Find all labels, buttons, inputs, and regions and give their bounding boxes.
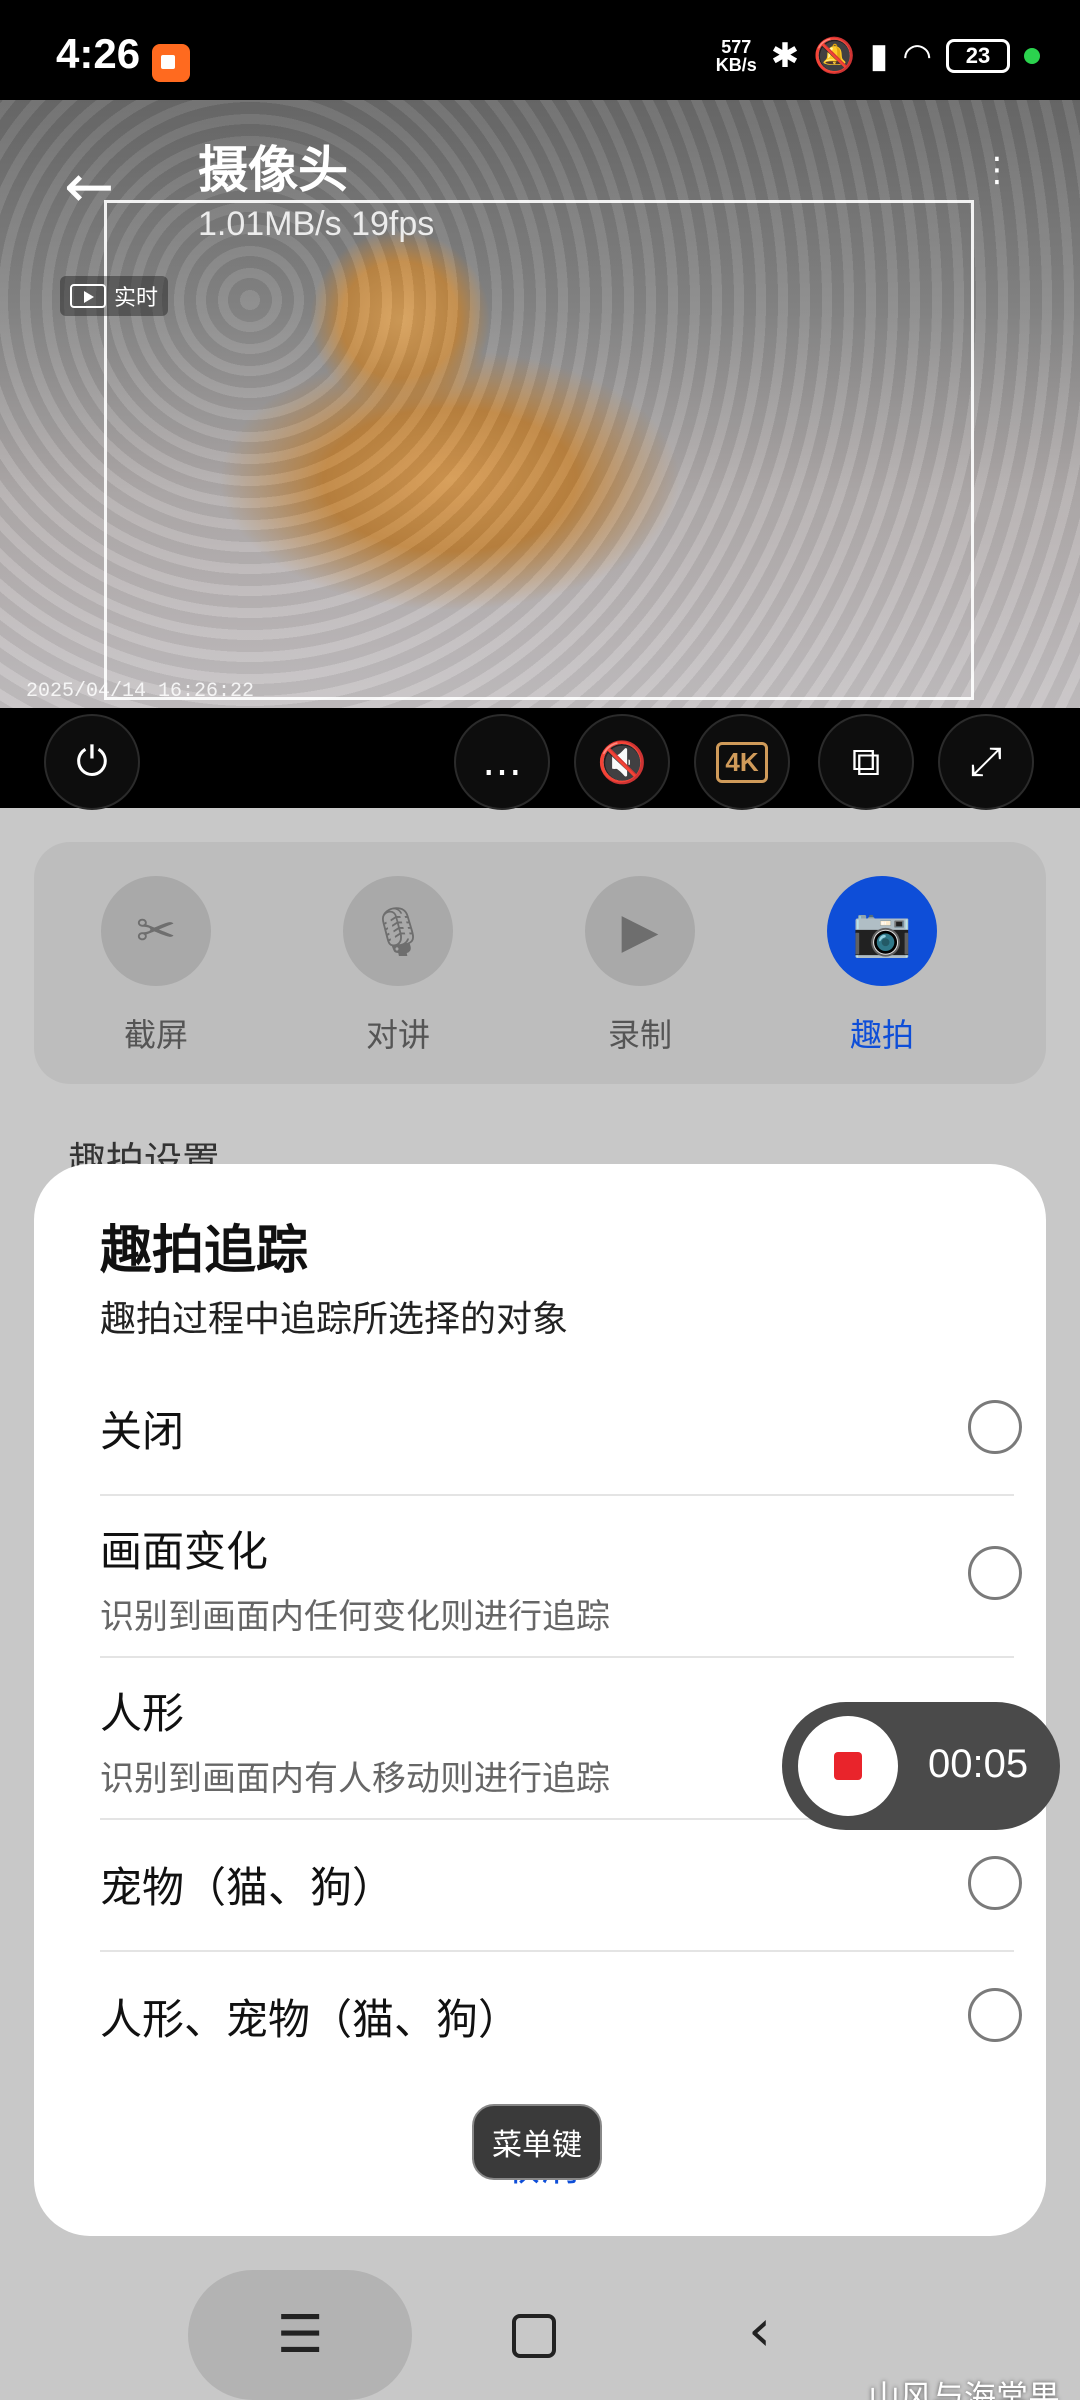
message-button[interactable]: … — [454, 714, 550, 810]
recording-timer: 00:05 — [928, 1742, 1029, 1786]
mute-button[interactable]: 🔇 — [574, 714, 670, 810]
option-human-and-pet[interactable]: 人形、宠物（猫、狗） — [100, 1986, 1014, 2047]
back-button[interactable]: ‹ — [748, 2296, 771, 2364]
silent-icon: 🔕 — [813, 37, 856, 75]
dialog-subtitle: 趣拍过程中追踪所选择的对象 — [100, 1299, 569, 1340]
function-card: ✂ 截屏 🎙 对讲 ▶ 录制 📷 趣拍 — [34, 842, 1046, 1084]
pip-icon: ⧉ — [851, 739, 881, 785]
screenshot-button[interactable]: ✂ 截屏 — [86, 876, 226, 1056]
stop-recording-button[interactable] — [798, 1716, 898, 1816]
status-icons: 577 KB/s ✱ 🔕 ▮ ◠ 23 — [716, 38, 1040, 74]
status-bar: 4:26 577 KB/s ✱ 🔕 ▮ ◠ 23 — [0, 0, 1080, 100]
network-speed: 577 KB/s — [715, 37, 757, 75]
tracking-frame — [104, 200, 974, 700]
camera-title: 摄像头 — [198, 141, 348, 199]
screen-recording-indicator[interactable]: 00:05 — [782, 1702, 1060, 1830]
radio-off[interactable] — [968, 1400, 1022, 1454]
back-arrow-icon[interactable]: ← — [64, 152, 114, 222]
microphone-icon: 🎙 — [343, 876, 453, 986]
expand-icon: ⤢ — [970, 739, 1002, 785]
signal-icon: ▮ — [869, 37, 889, 75]
scissors-icon: ✂ — [101, 876, 211, 986]
bluetooth-icon: ✱ — [770, 37, 800, 75]
dialog-title: 趣拍追踪 — [100, 1221, 309, 1281]
menu-key-tooltip: 菜单键 — [472, 2104, 602, 2180]
menu-lines-icon: ☰ — [276, 2305, 324, 2365]
video-timestamp: 2025/04/14 16:26:22 — [26, 680, 255, 703]
battery-indicator: 23 — [946, 39, 1010, 73]
wifi-icon: ◠ — [902, 37, 932, 75]
fullscreen-button[interactable]: ⤢ — [938, 714, 1034, 810]
radio-human-and-pet[interactable] — [968, 1988, 1022, 2042]
menu-key-button[interactable]: ☰ — [188, 2270, 412, 2400]
fun-shot-button[interactable]: 📷 趣拍 — [812, 876, 952, 1056]
more-menu-icon[interactable]: ⋮ — [980, 153, 1020, 187]
option-scene-change[interactable]: 画面变化 识别到画面内任何变化则进行追踪 — [100, 1518, 1014, 1638]
divider — [100, 1950, 1014, 1952]
camera-video-feed[interactable]: ← 摄像头 1.01MB/s 19fps ⋮ 实时 2025/04/14 16:… — [0, 100, 1080, 708]
privacy-dot — [1024, 48, 1040, 64]
divider — [100, 1656, 1014, 1658]
live-video-icon — [70, 284, 106, 308]
video-control-bar: ⏻ … 🔇 4K ⧉ ⤢ — [0, 708, 1080, 810]
radio-scene-change[interactable] — [968, 1546, 1022, 1600]
quality-4k-button[interactable]: 4K — [694, 714, 790, 810]
camera-icon: 📷 — [827, 876, 937, 986]
video-camera-icon: ▶ — [585, 876, 695, 986]
divider — [100, 1494, 1014, 1496]
power-button[interactable]: ⏻ — [44, 714, 140, 810]
screen-recorder-app-icon — [152, 44, 190, 82]
watermark: 山风与海棠果 — [867, 2378, 1060, 2400]
status-time: 4:26 — [56, 30, 141, 77]
intercom-button[interactable]: 🎙 对讲 — [328, 876, 468, 1056]
chat-bubble-icon: … — [482, 739, 522, 785]
chevron-left-icon: ‹ — [748, 2296, 772, 2364]
option-pet[interactable]: 宠物（猫、狗） — [100, 1854, 1014, 1915]
speaker-muted-icon: 🔇 — [597, 739, 647, 786]
stream-stats: 1.01MB/s 19fps — [198, 205, 435, 243]
record-button[interactable]: ▶ 录制 — [570, 876, 710, 1056]
radio-pet[interactable] — [968, 1856, 1022, 1910]
option-off[interactable]: 关闭 — [100, 1398, 1014, 1459]
power-icon: ⏻ — [76, 739, 108, 785]
picture-in-picture-button[interactable]: ⧉ — [818, 714, 914, 810]
tracking-dialog: 趣拍追踪 趣拍过程中追踪所选择的对象 关闭 画面变化 识别到画面内任何变化则进行… — [34, 1164, 1046, 2236]
live-badge: 实时 — [60, 276, 169, 316]
home-button[interactable] — [512, 2314, 556, 2358]
